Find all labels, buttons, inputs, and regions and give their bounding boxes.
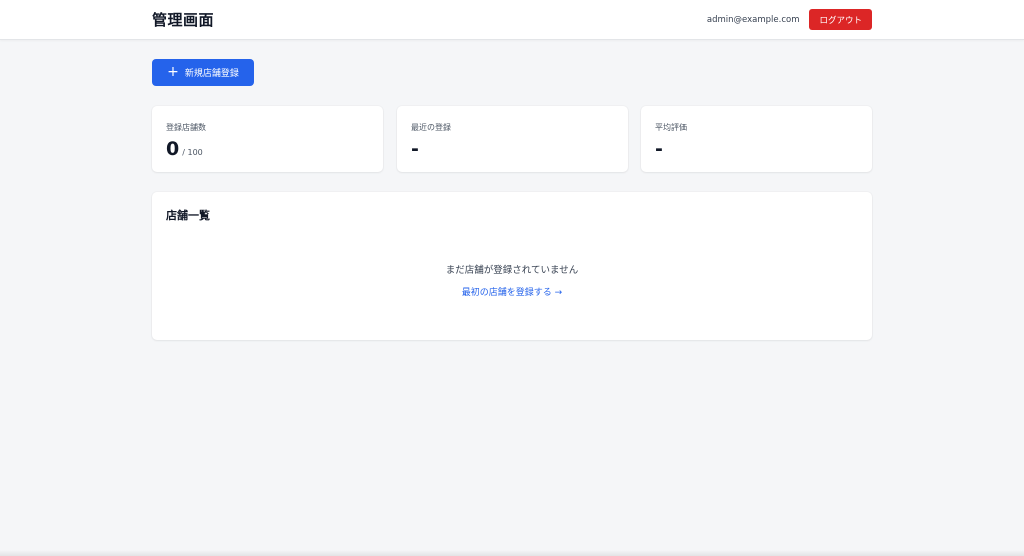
stat-card-recent: 最近の登録 - xyxy=(397,106,628,172)
top-header: 管理画面 admin@example.com ログアウト xyxy=(0,0,1024,40)
stat-label: 平均評価 xyxy=(655,123,687,132)
stat-value-group: - xyxy=(655,138,663,160)
stat-card-store-count: 登録店舗数 0 / 100 xyxy=(152,106,383,172)
store-list-title: 店舗一覧 xyxy=(166,209,210,222)
stat-label: 最近の登録 xyxy=(411,123,451,132)
stat-label: 登録店舗数 xyxy=(166,123,206,132)
page-title: 管理画面 xyxy=(152,11,215,29)
logout-button[interactable]: ログアウト xyxy=(809,9,872,30)
register-first-store-link[interactable]: 最初の店舗を登録する → xyxy=(152,285,872,298)
stat-value-group: 0 / 100 xyxy=(166,138,203,160)
stat-card-rating: 平均評価 - xyxy=(641,106,872,172)
header-user-area: admin@example.com ログアウト xyxy=(707,9,872,30)
stat-value: - xyxy=(655,138,663,160)
stat-value: - xyxy=(411,138,419,160)
window-bottom-edge xyxy=(0,550,1024,556)
user-email: admin@example.com xyxy=(706,14,800,25)
stat-value: 0 xyxy=(166,138,180,160)
plus-icon: + xyxy=(167,64,179,80)
store-list-card: 店舗一覧 まだ店舗が登録されていません 最初の店舗を登録する → xyxy=(152,192,872,340)
stat-value-group: - xyxy=(411,138,419,160)
stat-max: / 100 xyxy=(182,148,203,157)
new-store-button[interactable]: + 新規店舗登録 xyxy=(152,59,254,86)
new-store-button-label: 新規店舗登録 xyxy=(184,69,239,79)
empty-state-message: まだ店舗が登録されていません xyxy=(445,265,579,276)
